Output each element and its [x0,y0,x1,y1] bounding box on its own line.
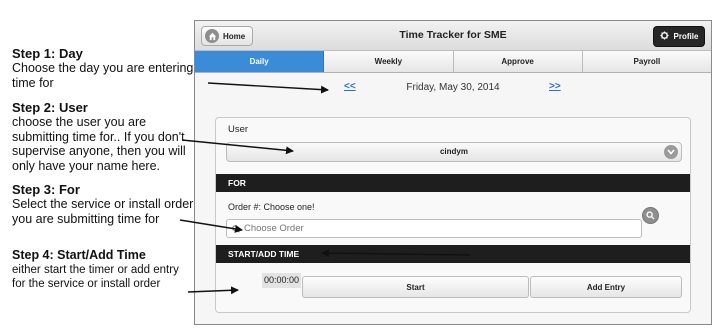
step-1-title: Step 1: Day [12,46,83,61]
order-search-field[interactable] [226,219,642,238]
start-button[interactable]: Start [302,276,529,298]
search-icon [646,207,655,225]
search-icon [232,220,240,238]
order-input[interactable] [244,223,624,234]
gear-icon [659,31,669,42]
user-select-value: cindym [439,147,468,156]
date-navigation: << Friday, May 30, 2014 >> [195,81,711,97]
step-3-body: Select the service or install order you … [12,197,194,226]
step-3-title: Step 3: For [12,182,80,197]
chevron-down-icon [664,145,678,159]
step-1: Step 1: Day Choose the day you are enter… [12,46,194,90]
add-entry-button[interactable]: Add Entry [530,276,682,298]
page-title: Time Tracker for SME [399,29,507,41]
instructions-panel: Step 1: Day Choose the day you are enter… [0,0,200,334]
tab-weekly[interactable]: Weekly [324,51,454,72]
current-date: Friday, May 30, 2014 [406,82,500,93]
tab-daily[interactable]: Daily [195,51,325,72]
tab-payroll[interactable]: Payroll [582,51,711,72]
step-4-title: Step 4: Start/Add Time [12,248,146,262]
for-section-header: FOR [216,174,690,192]
time-entry-form: User cindym FOR Order #: Choose one! STA… [215,117,691,313]
user-label: User [228,124,249,135]
tab-approve[interactable]: Approve [453,51,583,72]
next-day-link[interactable]: >> [549,81,561,92]
order-label: Order #: Choose one! [228,202,315,212]
order-search-button[interactable] [642,207,659,224]
step-4: Step 4: Start/Add Time either start the … [12,248,194,291]
app-header: Home Time Tracker for SME Profile [195,21,711,51]
step-2: Step 2: User choose the user you are sub… [12,100,194,173]
step-2-title: Step 2: User [12,100,88,115]
app-window: Home Time Tracker for SME Profile Daily … [194,20,712,325]
step-3: Step 3: For Select the service or instal… [12,182,194,226]
tab-bar: Daily Weekly Approve Payroll [195,51,711,73]
profile-button[interactable]: Profile [653,26,705,47]
step-2-body: choose the user you are submitting time … [12,115,186,173]
timer-display: 00:00:00 [262,273,302,288]
start-add-time-header: START/ADD TIME [216,245,690,263]
step-4-body: either start the timer or add entry for … [12,264,179,290]
profile-label: Profile [673,32,699,41]
user-select[interactable]: cindym [226,142,682,162]
step-1-body: Choose the day you are entering time for [12,61,194,90]
